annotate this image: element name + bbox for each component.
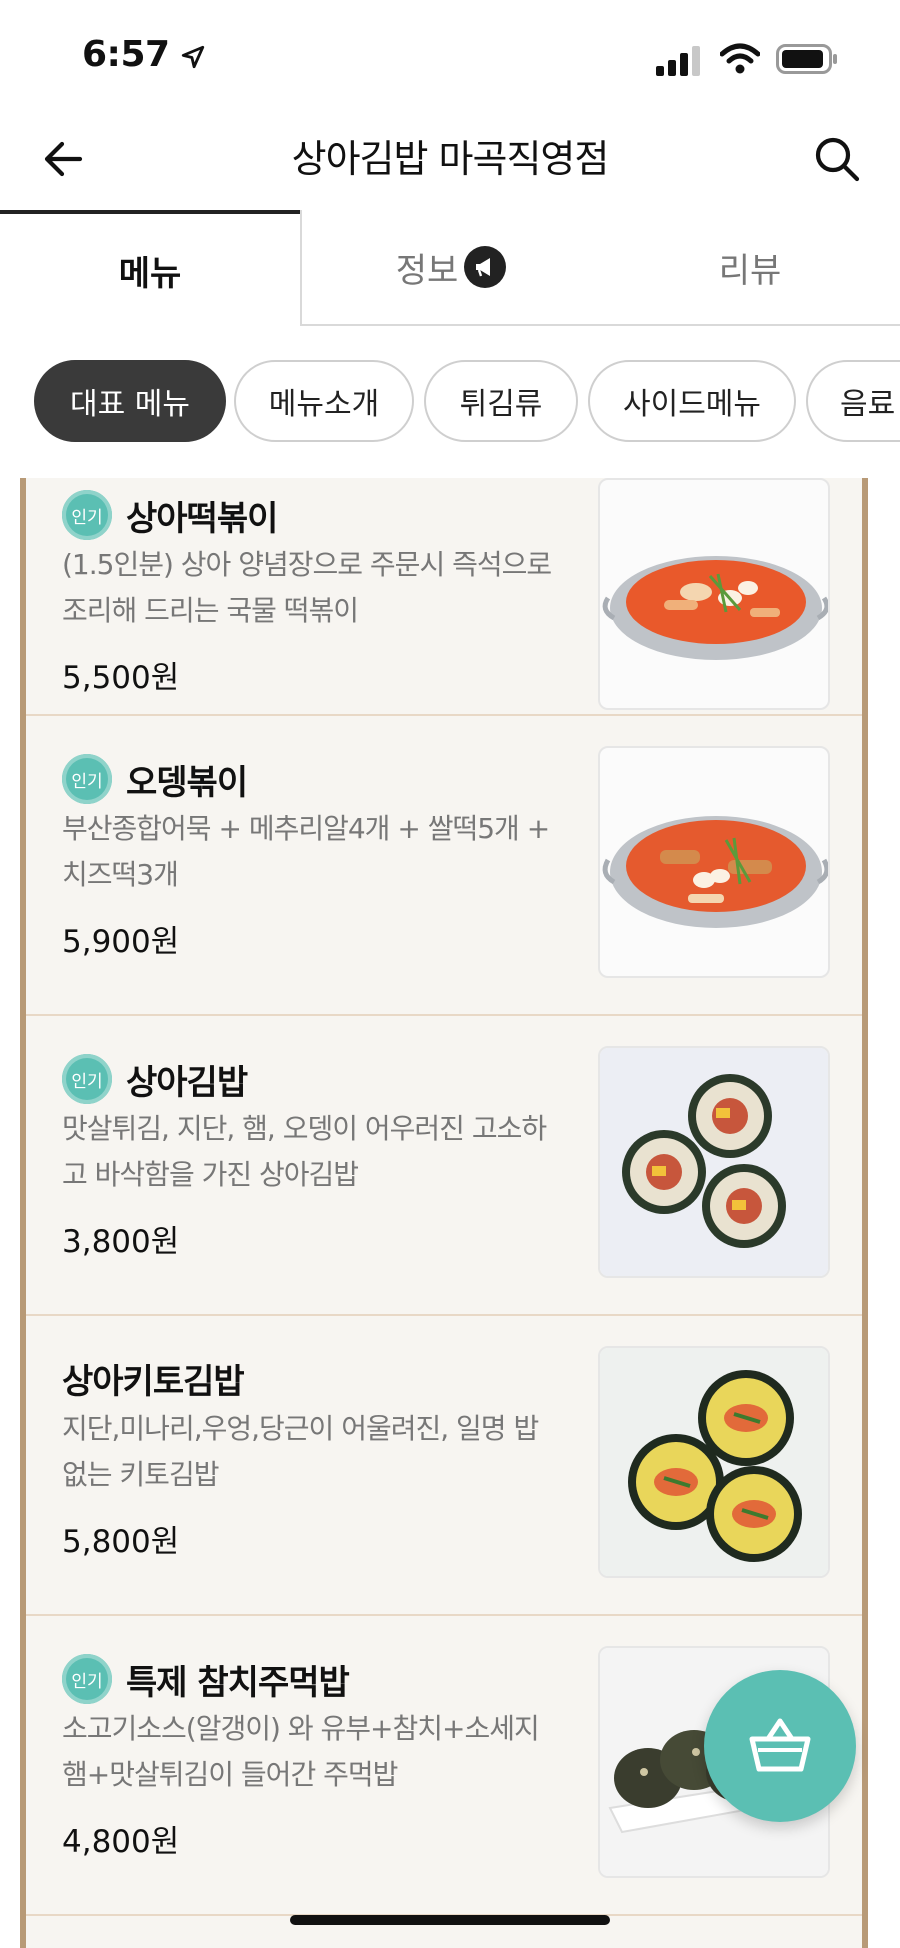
gimbap-image	[598, 1046, 830, 1278]
tab-review[interactable]: 리뷰	[600, 210, 900, 326]
megaphone-icon	[464, 246, 507, 288]
tab-menu[interactable]: 메뉴	[0, 210, 300, 326]
item-description: 소고기소스(알갱이) 와 유부+참치+소세지햄+맛살튀김이 들어간 주먹밥	[62, 1712, 540, 1791]
keto-gimbap-image	[598, 1346, 830, 1578]
wifi-icon	[720, 43, 760, 74]
header: 상아김밥 마곡직영점	[0, 120, 900, 220]
category-chips: 대표 메뉴 메뉴소개 튀김류 사이드메뉴 음료	[0, 358, 900, 444]
popular-badge: 인기	[62, 1054, 112, 1104]
menu-item[interactable]: 인기 오뎅볶이 부산종합어묵 + 메추리알4개 + 쌀떡5개 + 치즈떡3개 5…	[26, 716, 862, 1016]
tab-label: 리뷰	[718, 250, 782, 291]
item-name: 오뎅볶이	[126, 762, 248, 803]
popular-badge: 인기	[62, 1654, 112, 1704]
search-icon	[815, 137, 860, 182]
tab-bar: 메뉴 정보 리뷰	[0, 210, 900, 326]
item-description: 부산종합어묵 + 메추리알4개 + 쌀떡5개 + 치즈떡3개	[62, 812, 550, 891]
chip-side-menu[interactable]: 사이드메뉴	[588, 360, 796, 442]
item-name: 특제 참치주먹밥	[126, 1662, 350, 1703]
odeng-pot-image	[598, 746, 830, 978]
tab-info[interactable]: 정보	[300, 210, 600, 326]
item-description: (1.5인분) 상아 양념장으로 주문시 즉석으로 조리해 드리는 국물 떡볶이	[62, 548, 552, 627]
page-title: 상아김밥 마곡직영점	[291, 137, 610, 181]
tteokbokki-pot-image	[598, 478, 830, 710]
item-description: 맛살튀김, 지단, 햄, 오뎅이 어우러진 고소하고 바삭함을 가진 상아김밥	[62, 1112, 547, 1191]
chip-menu-intro[interactable]: 메뉴소개	[234, 360, 414, 442]
tab-label: 정보	[395, 250, 459, 291]
item-name: 상아떡볶이	[126, 498, 278, 539]
battery-icon	[776, 44, 837, 74]
tab-label: 메뉴	[118, 253, 182, 294]
item-price: 5,900원	[62, 924, 180, 960]
popular-badge: 인기	[62, 754, 112, 804]
item-price: 4,800원	[62, 1824, 180, 1860]
cellular-signal-icon	[656, 46, 700, 76]
basket-icon	[749, 1718, 811, 1772]
search-button[interactable]	[812, 134, 862, 184]
popular-badge: 인기	[62, 490, 112, 540]
item-name: 상아키토김밥	[62, 1362, 245, 1402]
item-price: 5,800원	[62, 1524, 180, 1560]
item-name: 상아김밥	[126, 1062, 248, 1103]
status-time: 6:57	[82, 34, 170, 75]
item-price: 3,800원	[62, 1224, 180, 1260]
status-bar: 6:57	[0, 0, 900, 120]
item-price: 5,500원	[62, 660, 180, 696]
chip-fried[interactable]: 튀김류	[424, 360, 578, 442]
menu-item[interactable]: 인기 상아떡볶이 (1.5인분) 상아 양념장으로 주문시 즉석으로 조리해 드…	[26, 478, 862, 716]
chip-drinks[interactable]: 음료	[806, 360, 900, 442]
menu-item[interactable]: 인기 상아김밥 맛살튀김, 지단, 햄, 오뎅이 어우러진 고소하고 바삭함을 …	[26, 1016, 862, 1316]
location-arrow-icon	[181, 45, 205, 69]
item-description: 지단,미나리,우엉,당근이 어울려진, 일명 밥 없는 키토김밥	[62, 1412, 539, 1491]
cart-button[interactable]	[704, 1670, 856, 1822]
home-indicator[interactable]	[290, 1915, 610, 1925]
chip-signature-menu[interactable]: 대표 메뉴	[34, 360, 226, 442]
menu-item[interactable]: 상아키토김밥 지단,미나리,우엉,당근이 어울려진, 일명 밥 없는 키토김밥 …	[26, 1316, 862, 1616]
